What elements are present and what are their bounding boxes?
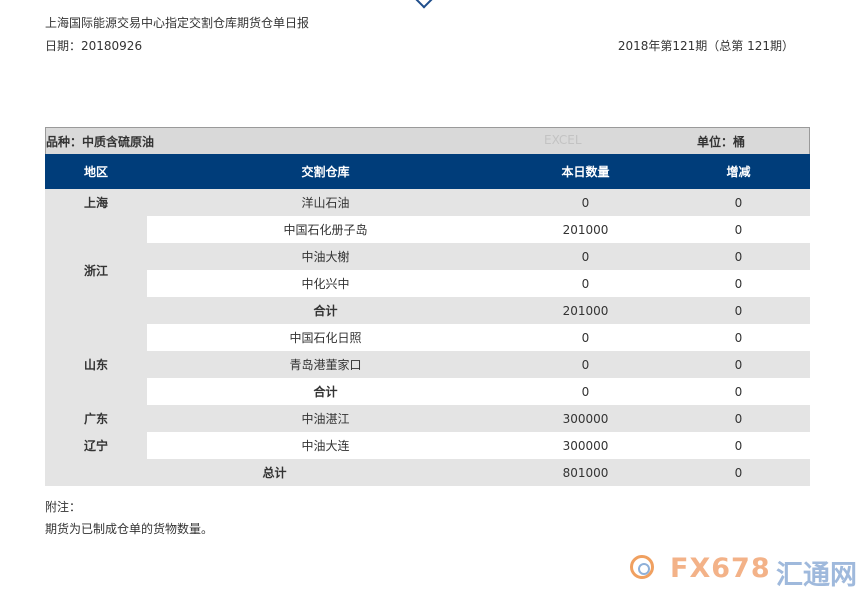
excel-export-link[interactable]: EXCEL — [544, 133, 582, 147]
change-cell: 0 — [667, 324, 810, 351]
report-date: 日期：20180926 — [45, 39, 143, 53]
quantity-cell: 201000 — [504, 216, 667, 243]
table-row: 青岛港董家口 0 0 — [45, 351, 810, 378]
subtotal-row: 合计 0 0 — [45, 378, 810, 405]
report-issue: 2018年第121期（总第 121期） — [617, 39, 794, 53]
quantity-cell: 0 — [504, 324, 667, 351]
change-cell: 0 — [667, 270, 810, 297]
variety-label: 品种：中质含硫原油 — [46, 135, 155, 149]
col-header-warehouse: 交割仓库 — [147, 154, 504, 189]
subtotal-label: 合计 — [147, 297, 504, 324]
change-cell: 0 — [667, 189, 810, 216]
warehouse-cell: 中油大连 — [147, 432, 504, 459]
region-cell-shanghai: 上海 — [45, 189, 147, 216]
top-chevron-icon — [415, 0, 433, 9]
fx678-logo-icon — [630, 555, 654, 579]
warehouse-cell: 青岛港董家口 — [147, 351, 504, 378]
table-row: 广东 中油湛江 300000 0 — [45, 405, 810, 432]
table-row: 浙江 中国石化册子岛 201000 0 — [45, 216, 810, 324]
change-cell: 0 — [667, 351, 810, 378]
quantity-cell: 0 — [504, 189, 667, 216]
table-row: 中油大榭 0 0 — [45, 243, 810, 270]
subtotal-row: 合计 201000 0 — [45, 297, 810, 324]
quantity-cell: 0 — [504, 351, 667, 378]
change-cell: 0 — [667, 432, 810, 459]
quantity-cell: 0 — [504, 270, 667, 297]
quantity-cell: 300000 — [504, 432, 667, 459]
change-cell: 0 — [667, 405, 810, 432]
table-row: 山东 中国石化日照 0 0 — [45, 324, 810, 405]
warehouse-cell: 中油大榭 — [147, 243, 504, 270]
region-cell-liaoning: 辽宁 — [45, 432, 147, 459]
grand-total-label: 总计 — [45, 459, 504, 486]
table-meta-bar: 品种：中质含硫原油 EXCEL 单位：桶 — [45, 127, 810, 154]
warehouse-cell: 洋山石油 — [147, 189, 504, 216]
change-cell: 0 — [667, 297, 810, 324]
warehouse-table: 地区 交割仓库 本日数量 增减 上海 洋山石油 0 0 浙江 中国石化册子岛 2… — [45, 154, 810, 486]
change-cell: 0 — [667, 216, 810, 243]
unit-label: 单位：桶 — [697, 135, 746, 149]
table-row: 中化兴中 0 0 — [45, 270, 810, 297]
notes-label: 附注： — [45, 500, 82, 514]
warehouse-cell: 中化兴中 — [147, 270, 504, 297]
subtotal-label: 合计 — [147, 378, 504, 405]
warehouse-table-container: 品种：中质含硫原油 EXCEL 单位：桶 地区 交割仓库 本日数量 增减 上海 … — [45, 127, 810, 486]
table-header-row: 地区 交割仓库 本日数量 增减 — [45, 154, 810, 189]
table-row: 辽宁 中油大连 300000 0 — [45, 432, 810, 459]
quantity-cell: 300000 — [504, 405, 667, 432]
quantity-cell: 0 — [504, 378, 667, 405]
quantity-cell: 201000 — [504, 297, 667, 324]
region-cell-shandong: 山东 — [45, 324, 147, 405]
grand-total-row: 总计 801000 0 — [45, 459, 810, 486]
change-cell: 0 — [667, 378, 810, 405]
watermark-cn: 汇通网 — [776, 560, 856, 591]
col-header-region: 地区 — [45, 154, 147, 189]
grand-total-quantity: 801000 — [504, 459, 667, 486]
warehouse-cell: 中国石化册子岛 — [147, 216, 504, 243]
change-cell: 0 — [667, 243, 810, 270]
col-header-quantity: 本日数量 — [504, 154, 667, 189]
table-row: 上海 洋山石油 0 0 — [45, 189, 810, 216]
region-cell-guangdong: 广东 — [45, 405, 147, 432]
region-cell-zhejiang: 浙江 — [45, 216, 147, 324]
warehouse-cell: 中油湛江 — [147, 405, 504, 432]
notes-section: 附注： 期货为已制成仓单的货物数量。 — [45, 496, 213, 540]
watermark-latin: FX678 — [670, 553, 771, 584]
notes-text: 期货为已制成仓单的货物数量。 — [45, 522, 214, 536]
quantity-cell: 0 — [504, 243, 667, 270]
col-header-change: 增减 — [667, 154, 810, 189]
warehouse-cell: 中国石化日照 — [147, 324, 504, 351]
grand-total-change: 0 — [667, 459, 810, 486]
report-title: 上海国际能源交易中心指定交割仓库期货仓单日报 — [45, 16, 310, 30]
